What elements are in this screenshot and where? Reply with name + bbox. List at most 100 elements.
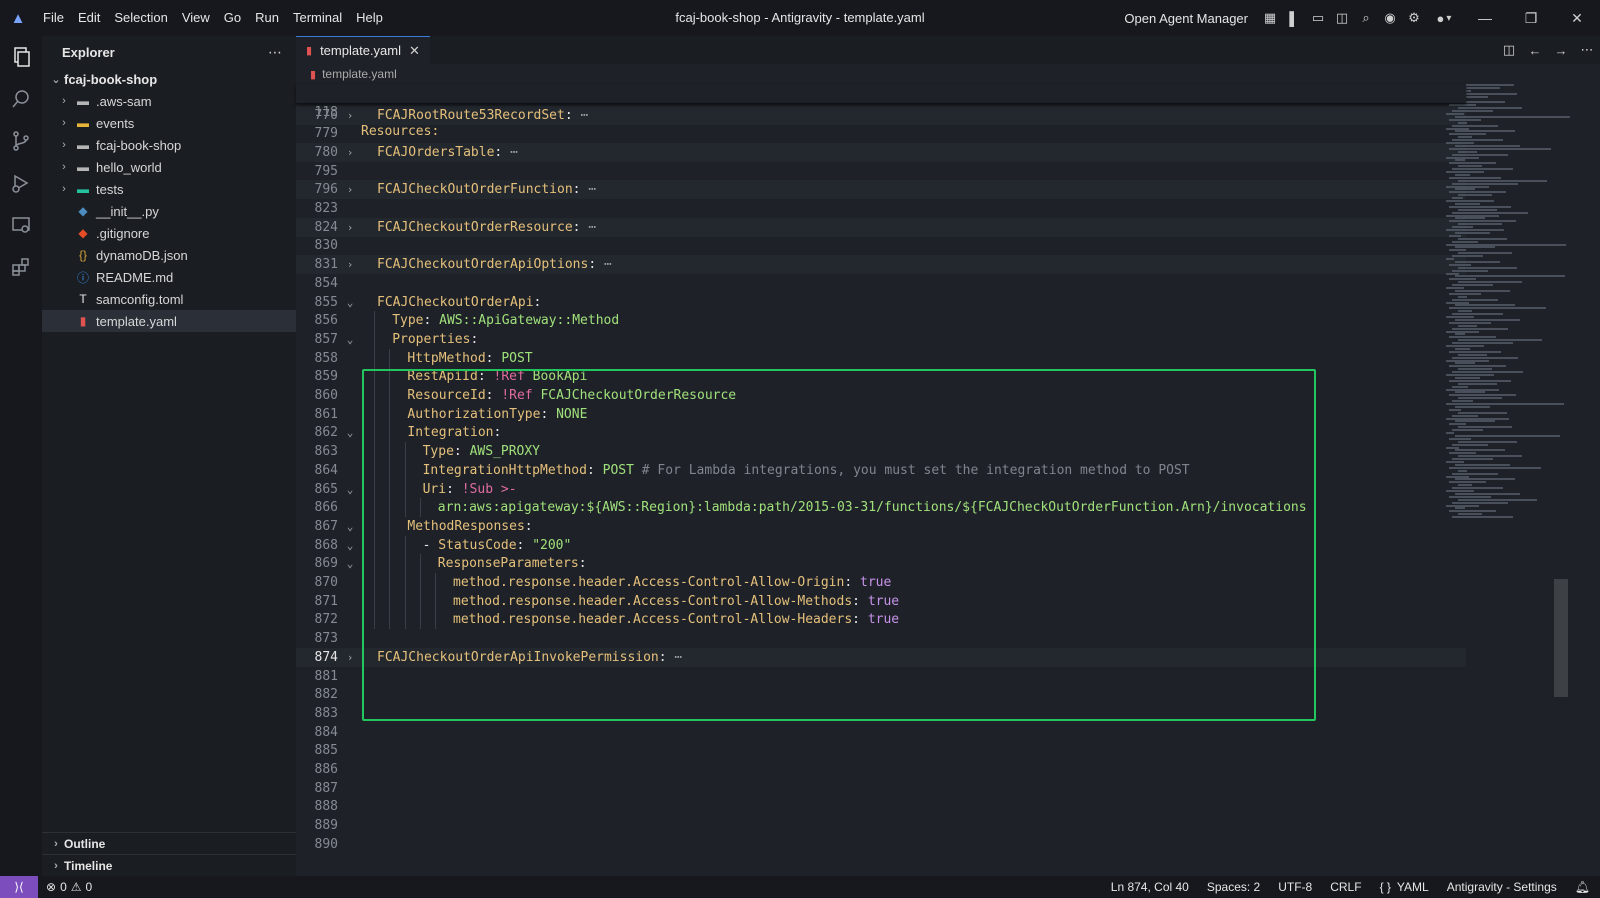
tab-template-yaml[interactable]: ▮ template.yaml ✕ (296, 36, 430, 64)
tree-item[interactable]: › ▬ .aws-sam (42, 90, 296, 112)
code-line[interactable]: 870 method.response.header.Access-Control… (296, 573, 1466, 592)
code-line[interactable]: 881 (296, 667, 1466, 686)
code-line[interactable]: 868 ⌄ - StatusCode: "200" (296, 535, 1466, 555)
code-line[interactable]: 854 (296, 274, 1466, 293)
tree-item[interactable]: {} dynamoDB.json (42, 244, 296, 266)
notifications-bell-icon[interactable]: 🔔︎ (1575, 880, 1590, 894)
code-line[interactable]: 864 IntegrationHttpMethod: POST # For Lam… (296, 460, 1466, 480)
code-line[interactable]: 867 ⌄ MethodResponses: (296, 516, 1466, 536)
code-line[interactable]: 872 method.response.header.Access-Control… (296, 610, 1466, 630)
remote-explorer-icon[interactable] (0, 204, 42, 246)
folded-ellipsis[interactable]: ⋯ (588, 182, 596, 197)
fold-expanded-icon[interactable]: ⌄ (344, 480, 356, 499)
code-line[interactable]: 889 (296, 816, 1466, 835)
code-line[interactable]: 860 ResourceId: !Ref FCAJCheckoutOrderRes… (296, 386, 1466, 405)
fold-expanded-icon[interactable]: ⌄ (344, 293, 356, 312)
code-line[interactable]: 859 RestApiId: !Ref BookApi (296, 367, 1466, 387)
menu-view[interactable]: View (175, 0, 217, 36)
code-line[interactable]: 884 (296, 723, 1466, 742)
menu-edit[interactable]: Edit (71, 0, 107, 36)
fold-collapsed-icon[interactable]: › (344, 106, 356, 125)
folded-ellipsis[interactable]: ⋯ (510, 145, 518, 160)
minimize-button[interactable]: — (1462, 0, 1508, 36)
go-forward-icon[interactable]: → (1548, 43, 1574, 58)
timeline-panel[interactable]: › Timeline (42, 854, 296, 876)
fold-collapsed-icon[interactable]: › (344, 218, 356, 237)
code-line[interactable]: 874 › FCAJCheckoutOrderApiInvokePermission… (296, 647, 1466, 667)
tree-item[interactable]: › ▬ events (42, 112, 296, 134)
code-line[interactable]: 886 (296, 760, 1466, 779)
code-line[interactable]: 865 ⌄ Uri: !Sub >- (296, 479, 1466, 499)
code-line[interactable]: 887 (296, 779, 1466, 798)
problems-indicator[interactable]: ⊗ 0 ⚠ 0 (46, 880, 92, 894)
tree-item[interactable]: ▮ template.yaml (42, 310, 296, 332)
code-line[interactable]: 861 AuthorizationType: NONE (296, 404, 1466, 424)
tree-item[interactable]: ◆ __init__.py (42, 200, 296, 222)
folded-ellipsis[interactable]: ⋯ (581, 108, 589, 123)
code-area[interactable]: 118 Resources: 770›FCAJRootRoute53Record… (296, 84, 1466, 876)
folded-ellipsis[interactable]: ⋯ (604, 257, 612, 272)
code-line[interactable]: 795 (296, 162, 1466, 181)
tree-item[interactable]: › ▬ tests (42, 178, 296, 200)
end-of-line[interactable]: CRLF (1330, 880, 1361, 894)
code-line[interactable]: 779 (296, 124, 1466, 143)
folded-ellipsis[interactable]: ⋯ (588, 220, 596, 235)
indentation[interactable]: Spaces: 2 (1207, 880, 1260, 894)
close-window-button[interactable]: ✕ (1554, 0, 1600, 36)
fold-expanded-icon[interactable]: ⌄ (344, 554, 356, 573)
browser-icon[interactable]: ◉ (1378, 6, 1402, 30)
code-line[interactable]: 824 › FCAJCheckoutOrderResource: ⋯ (296, 217, 1466, 237)
fold-collapsed-icon[interactable]: › (344, 255, 356, 274)
fold-expanded-icon[interactable]: ⌄ (344, 517, 356, 536)
outline-panel[interactable]: › Outline (42, 832, 296, 854)
menu-selection[interactable]: Selection (107, 0, 174, 36)
fold-collapsed-icon[interactable]: › (344, 648, 356, 667)
toggle-panel-icon[interactable]: ▭ (1306, 6, 1330, 30)
search-icon[interactable] (0, 78, 42, 120)
code-line[interactable]: 830 (296, 236, 1466, 255)
fold-collapsed-icon[interactable]: › (344, 180, 356, 199)
sticky-scroll-line[interactable]: 118 Resources: (296, 84, 1466, 139)
menu-file[interactable]: File (36, 0, 71, 36)
code-line[interactable]: 796 › FCAJCheckOutOrderFunction: ⋯ (296, 180, 1466, 200)
open-agent-manager-button[interactable]: Open Agent Manager (1124, 11, 1248, 26)
source-control-icon[interactable] (0, 120, 42, 162)
fold-expanded-icon[interactable]: ⌄ (344, 423, 356, 442)
code-line[interactable]: 888 (296, 797, 1466, 816)
cursor-position[interactable]: Ln 874, Col 40 (1111, 880, 1189, 894)
menu-go[interactable]: Go (217, 0, 248, 36)
code-line[interactable]: 890 (296, 835, 1466, 854)
scrollbar-thumb[interactable] (1554, 579, 1568, 697)
tree-item[interactable]: › ▬ hello_world (42, 156, 296, 178)
settings-status[interactable]: Antigravity - Settings (1447, 880, 1557, 894)
code-line[interactable]: 823 (296, 199, 1466, 218)
workspace-root[interactable]: ⌄ fcaj-book-shop (42, 68, 296, 90)
go-back-icon[interactable]: ← (1522, 43, 1548, 58)
code-line[interactable]: 873 (296, 629, 1466, 648)
toggle-sidebar-icon[interactable]: ▌ (1282, 6, 1306, 30)
tree-item[interactable]: ⓘ README.md (42, 266, 296, 288)
avatar[interactable]: ● ▾ (1426, 6, 1462, 30)
minimap[interactable] (1436, 84, 1586, 524)
code-line[interactable]: 863 Type: AWS_PROXY (296, 442, 1466, 462)
explorer-icon[interactable] (0, 36, 42, 78)
tree-item[interactable]: ◆ .gitignore (42, 222, 296, 244)
code-line[interactable]: 780›FCAJOrdersTable: ⋯ (296, 142, 1466, 162)
fold-expanded-icon[interactable]: ⌄ (344, 330, 356, 349)
extensions-icon[interactable] (0, 246, 42, 288)
code-line[interactable]: 866 arn:aws:apigateway:${AWS::Region}:lam… (296, 498, 1466, 518)
remote-indicator-icon[interactable]: ⟩⟨ (0, 876, 38, 898)
code-line[interactable]: 869 ⌄ ResponseParameters: (296, 554, 1466, 574)
toggle-secondary-sidebar-icon[interactable]: ◫ (1330, 6, 1354, 30)
fold-collapsed-icon[interactable]: › (344, 143, 356, 162)
language-mode[interactable]: { } YAML (1380, 880, 1429, 894)
gear-icon[interactable]: ⚙ (1402, 6, 1426, 30)
run-debug-icon[interactable] (0, 162, 42, 204)
tree-item[interactable]: › ▬ fcaj-book-shop (42, 134, 296, 156)
menu-help[interactable]: Help (349, 0, 390, 36)
customize-layout-icon[interactable]: ▦ (1258, 6, 1282, 30)
code-line[interactable]: 883 (296, 704, 1466, 723)
folded-ellipsis[interactable]: ⋯ (674, 650, 682, 665)
menu-terminal[interactable]: Terminal (286, 0, 349, 36)
code-line[interactable]: 882 (296, 685, 1466, 704)
